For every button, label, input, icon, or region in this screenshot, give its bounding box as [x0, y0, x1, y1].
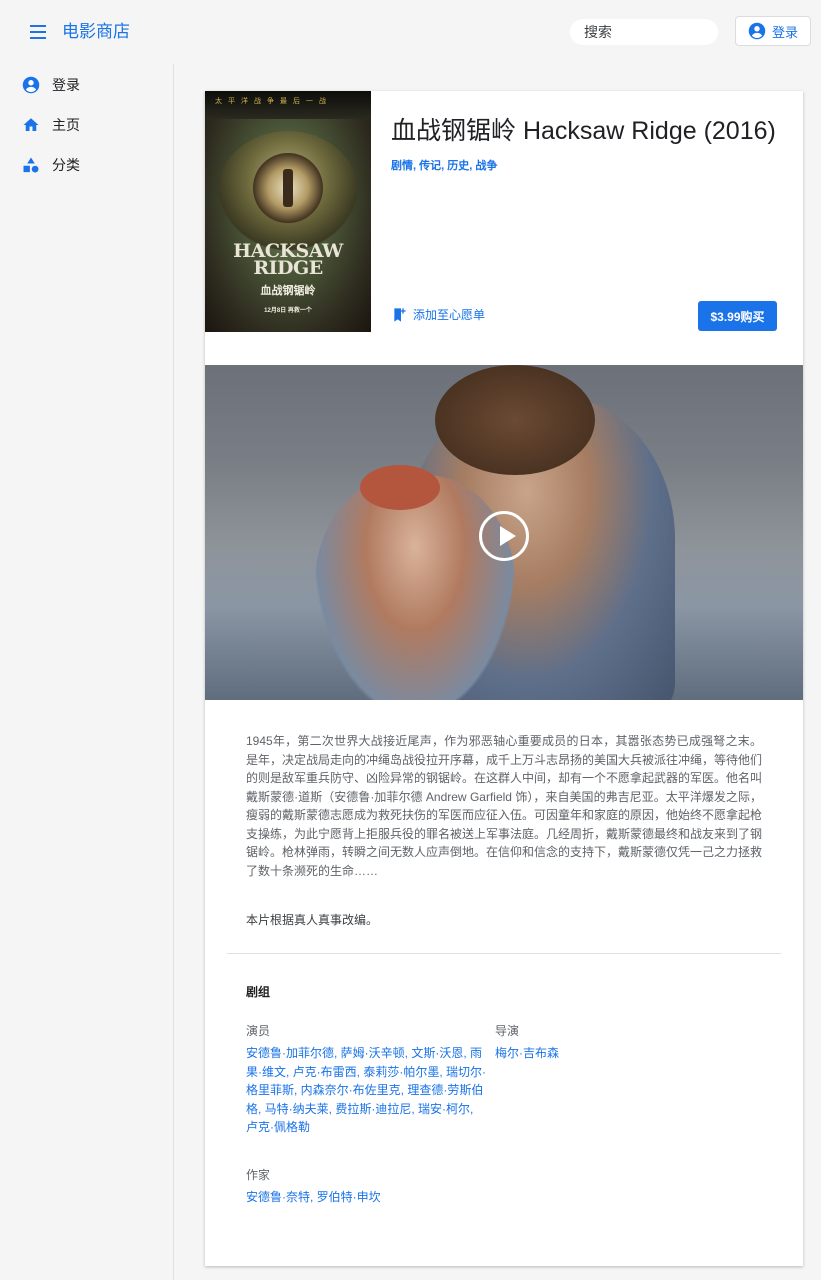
sidebar-item-category[interactable]: 分类: [22, 153, 80, 177]
wishlist-label: 添加至心愿单: [413, 308, 486, 322]
bookmark-add-icon: [394, 307, 406, 322]
director-name[interactable]: 梅尔·吉布森: [495, 1044, 559, 1063]
poster-release-date: 12月8日 再救一个: [264, 308, 312, 314]
writer-label: 作家: [246, 1168, 271, 1182]
poster-title: HACKSAW RIDGE: [233, 240, 343, 279]
genre-list[interactable]: 剧情, 传记, 历史, 战争: [391, 157, 497, 173]
divider: [227, 953, 781, 954]
writer-list[interactable]: 安德鲁·奈特, 罗伯特·申坎: [246, 1188, 381, 1207]
top-app-bar: 电影商店 登录: [0, 0, 821, 64]
movie-poster: 太平洋战争最后一战 HACKSAW RIDGE 血战钢锯岭 12月8日 再救一个: [205, 91, 371, 332]
sidebar-item-login[interactable]: 登录: [22, 73, 80, 97]
login-button-label: 登录: [771, 24, 798, 40]
search-input[interactable]: [570, 19, 718, 45]
home-icon: [23, 118, 39, 131]
add-to-wishlist-button[interactable]: 添加至心愿单: [391, 306, 485, 323]
sidebar: 登录 主页 分类: [0, 64, 174, 1280]
poster-title-cn: 血战钢锯岭: [260, 285, 316, 297]
play-icon[interactable]: [479, 511, 529, 561]
movie-title: 血战钢锯岭 Hacksaw Ridge (2016): [391, 117, 776, 145]
director-label: 导演: [495, 1024, 520, 1038]
menu-icon[interactable]: [26, 20, 52, 44]
sidebar-item-label: 分类: [52, 157, 80, 173]
buy-button[interactable]: $3.99购买: [698, 301, 777, 331]
category-icon: [23, 157, 39, 173]
cast-list[interactable]: 安德鲁·加菲尔德, 萨姆·沃辛顿, 文斯·沃恩, 雨果·维文, 卢克·布雷西, …: [246, 1044, 486, 1137]
app-title[interactable]: 电影商店: [62, 20, 130, 44]
movie-note: 本片根据真人真事改编。: [246, 913, 379, 927]
cast-label: 演员: [246, 1024, 271, 1038]
account-circle-icon: [748, 22, 766, 40]
trailer-video[interactable]: [205, 365, 803, 700]
sidebar-item-label: 主页: [52, 117, 80, 133]
sidebar-item-home[interactable]: 主页: [22, 113, 80, 137]
account-circle-icon: [22, 76, 40, 94]
soldier-figure: [283, 169, 293, 207]
crew-heading: 剧组: [246, 985, 271, 999]
movie-synopsis: 1945年，第二次世界大战接近尾声，作为邪恶轴心重要成员的日本，其嚣张态势已成强…: [246, 734, 763, 878]
poster-tagline: 太平洋战争最后一战: [215, 98, 332, 105]
login-button[interactable]: 登录: [735, 16, 811, 46]
sidebar-item-label: 登录: [52, 77, 80, 93]
movie-detail-card: 太平洋战争最后一战 HACKSAW RIDGE 血战钢锯岭 12月8日 再救一个…: [205, 91, 803, 1266]
